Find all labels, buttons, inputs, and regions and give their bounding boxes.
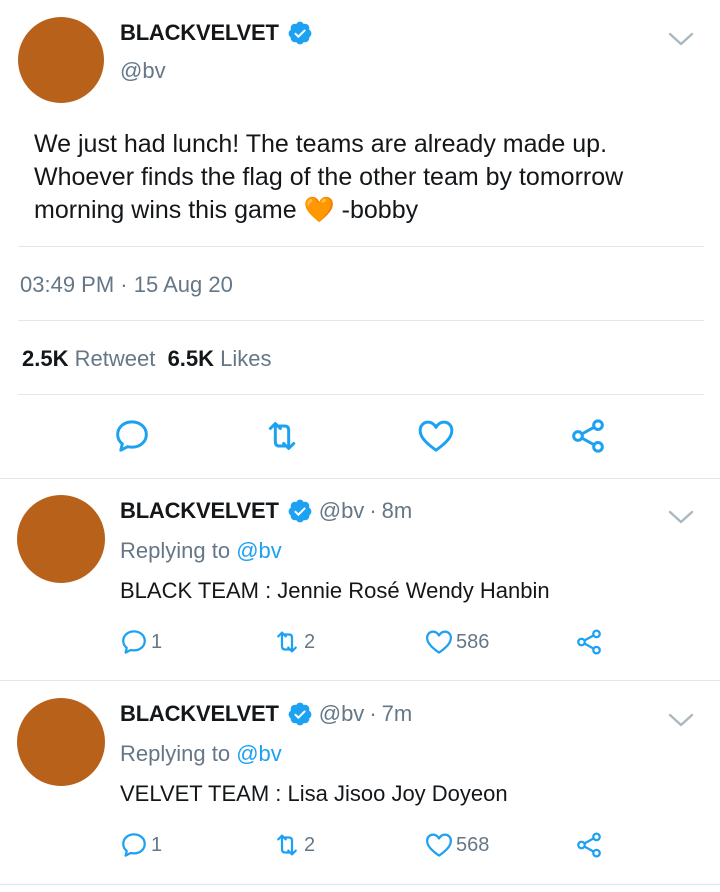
- action-bar: [0, 416, 720, 460]
- tweet-text: We just had lunch! The teams are already…: [34, 128, 694, 227]
- divider: [18, 246, 704, 247]
- likes-label[interactable]: Likes: [220, 346, 271, 371]
- replying-label: Replying to: [120, 538, 231, 563]
- display-name[interactable]: BLACKVELVET: [120, 701, 279, 727]
- chevron-down-icon[interactable]: [668, 713, 694, 729]
- share-button[interactable]: [574, 626, 604, 658]
- share-icon[interactable]: [568, 416, 608, 456]
- heart-icon: [424, 627, 454, 657]
- reply-icon[interactable]: [112, 416, 152, 456]
- separator-dot: ·: [369, 701, 377, 726]
- main-tweet: BLACKVELVET @bv We just had lunch! The t…: [0, 0, 720, 478]
- retweet-label[interactable]: Retweet: [75, 346, 156, 371]
- reply-tweet[interactable]: BLACKVELVET @bv · 8m Replying to @bv BLA…: [0, 478, 720, 682]
- replying-label: Replying to: [120, 741, 231, 766]
- reply-button[interactable]: 1: [119, 829, 162, 861]
- retweet-count: 2: [304, 833, 316, 856]
- display-name[interactable]: BLACKVELVET: [120, 20, 279, 46]
- reply-icon: [119, 830, 149, 860]
- like-count: 568: [456, 833, 490, 856]
- relative-time: 7m: [381, 701, 413, 726]
- handle[interactable]: @bv: [319, 701, 365, 727]
- author-row: BLACKVELVET @bv · 7m: [120, 701, 412, 727]
- reply-tweet[interactable]: BLACKVELVET @bv · 7m Replying to @bv VEL…: [0, 681, 720, 885]
- verified-badge-icon: [287, 20, 313, 46]
- like-button[interactable]: 586: [424, 626, 489, 658]
- mention-link[interactable]: @bv: [236, 538, 282, 563]
- engagement-stats: 2.5K Retweet 6.5K Likes: [22, 346, 272, 372]
- heart-icon: [424, 830, 454, 860]
- divider: [0, 884, 720, 885]
- reply-icon: [119, 627, 149, 657]
- orange-heart-emoji: 🧡: [303, 196, 335, 224]
- relative-time: 8m: [381, 498, 413, 523]
- reply-count: 1: [151, 833, 163, 856]
- avatar[interactable]: [17, 495, 105, 583]
- retweet-button[interactable]: 2: [272, 829, 315, 861]
- verified-badge-icon: [287, 498, 313, 524]
- divider: [18, 320, 704, 321]
- retweet-icon[interactable]: [262, 416, 302, 456]
- timestamp[interactable]: 03:49 PM · 15 Aug 20: [20, 272, 233, 298]
- action-bar: 1 2 568: [0, 829, 720, 865]
- mention-link[interactable]: @bv: [236, 741, 282, 766]
- author-row: BLACKVELVET: [120, 20, 313, 46]
- display-name[interactable]: BLACKVELVET: [120, 498, 279, 524]
- avatar[interactable]: [17, 698, 105, 786]
- chevron-down-icon[interactable]: [668, 32, 694, 48]
- reply-count: 1: [151, 630, 163, 653]
- handle[interactable]: @bv: [319, 498, 365, 524]
- avatar[interactable]: [18, 17, 104, 103]
- share-button[interactable]: [574, 829, 604, 861]
- action-bar: 1 2 586: [0, 626, 720, 662]
- replying-to: Replying to @bv: [120, 741, 282, 767]
- tweet-text: BLACK TEAM : Jennie Rosé Wendy Hanbin: [120, 578, 550, 603]
- tweet-signature: -bobby: [334, 196, 419, 224]
- retweet-count: 2: [304, 630, 316, 653]
- like-button[interactable]: 568: [424, 829, 489, 861]
- handle[interactable]: @bv: [120, 58, 166, 84]
- retweet-button[interactable]: 2: [272, 626, 315, 658]
- share-icon: [574, 830, 604, 860]
- like-count: 586: [456, 630, 490, 653]
- likes-count[interactable]: 6.5K: [168, 346, 214, 371]
- separator-dot: ·: [369, 498, 377, 523]
- divider: [18, 394, 704, 395]
- verified-badge-icon: [287, 701, 313, 727]
- share-icon: [574, 627, 604, 657]
- heart-icon[interactable]: [416, 416, 456, 456]
- chevron-down-icon[interactable]: [668, 510, 694, 526]
- retweet-icon: [272, 627, 302, 657]
- reply-button[interactable]: 1: [119, 626, 162, 658]
- retweet-icon: [272, 830, 302, 860]
- tweet-text: VELVET TEAM : Lisa Jisoo Joy Doyeon: [120, 781, 508, 806]
- retweet-count[interactable]: 2.5K: [22, 346, 68, 371]
- replying-to: Replying to @bv: [120, 538, 282, 564]
- author-row: BLACKVELVET @bv · 8m: [120, 498, 412, 524]
